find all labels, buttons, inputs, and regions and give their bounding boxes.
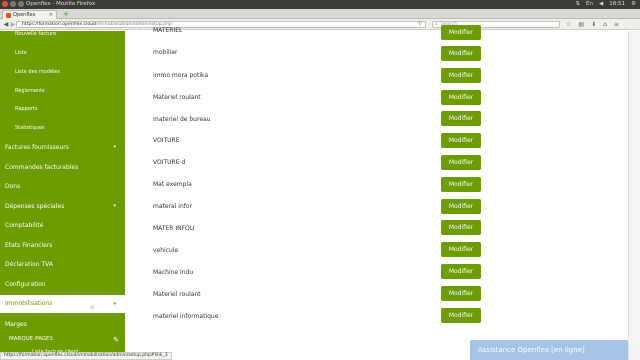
chevron-down-icon: ▾	[113, 301, 116, 307]
list-item-label: materiel informatique	[153, 313, 219, 320]
openflex-favicon-icon	[6, 12, 11, 18]
home-icon[interactable]: ⌂	[603, 21, 607, 28]
maximize-window-icon[interactable]	[18, 1, 24, 7]
modifier-button[interactable]: Modifier	[441, 177, 481, 192]
minimize-window-icon[interactable]	[10, 1, 16, 7]
sidebar-item-marges[interactable]: Marges	[0, 321, 125, 328]
list-item-label: VOITURE d	[153, 159, 186, 166]
page-scrollbar[interactable]	[628, 31, 640, 360]
sidebar-item-comptabilite[interactable]: Comptabilité	[0, 222, 125, 229]
sidebar-item-marque-pages[interactable]: MARQUE-PAGES ✎	[0, 336, 125, 344]
modifier-button[interactable]: Modifier	[441, 308, 481, 323]
hand-cursor-icon: ☝	[90, 304, 95, 312]
tab-title: Openflex	[13, 12, 36, 18]
modifier-button[interactable]: Modifier	[441, 68, 481, 83]
modifier-button[interactable]: Modifier	[441, 199, 481, 214]
page-content: Nouvelle facture Liste Liste des modèles…	[0, 25, 640, 360]
toolbar-icons: ☆ ▤ ⬇ ⌂ ≡	[566, 21, 619, 28]
sidebar-item-liste[interactable]: Liste	[0, 50, 125, 56]
sidebar-item-label: Déclaration TVA	[5, 261, 53, 268]
tab-strip: Openflex × +	[0, 9, 640, 19]
sidebar-item-label: Commandes facturables	[5, 164, 79, 171]
sidebar-item-etats-financiers[interactable]: Etats Financiers	[0, 242, 125, 249]
modifier-button[interactable]: Modifier	[441, 90, 481, 105]
downloads-icon[interactable]: ⬇	[591, 21, 596, 28]
sidebar-item-declaration-tva[interactable]: Déclaration TVA	[0, 261, 125, 268]
sidebar-item-commandes-facturables[interactable]: Commandes facturables	[0, 164, 125, 171]
list-item-label: Materiel roulant	[153, 94, 201, 101]
close-tab-icon[interactable]: ×	[49, 12, 53, 18]
pencil-icon[interactable]: ✎	[113, 336, 119, 344]
list-item-label: MATER INFOU	[153, 225, 195, 232]
sidebar-item-label: Etats Financiers	[5, 242, 53, 249]
volume-icon[interactable]: ◀	[599, 0, 603, 9]
sidebar-item-label: Factures fournisseurs	[5, 144, 69, 151]
close-window-icon[interactable]	[2, 1, 8, 7]
sidebar-item-configuration[interactable]: Configuration	[0, 281, 125, 288]
reload-icon[interactable]: ↻	[418, 21, 422, 27]
chevron-down-icon: ▾	[113, 203, 116, 209]
status-bar-url: https://formation.openflex.cloud/immobil…	[0, 352, 172, 360]
sidebar-menu: Nouvelle facture Liste Liste des modèles…	[0, 31, 125, 360]
modifier-button[interactable]: Modifier	[441, 25, 481, 40]
modifier-button[interactable]: Modifier	[441, 286, 481, 301]
list-item-label: materiel de bureau	[153, 116, 211, 123]
list-item-label: VOITURE	[153, 137, 180, 144]
menu-icon[interactable]: ≡	[614, 21, 619, 28]
sidebar-item-reglements[interactable]: Règlements	[0, 88, 125, 94]
sidebar-item-label: Configuration	[5, 281, 46, 288]
url-bar[interactable]: https://formation.openflex.cloud/immobil…	[16, 21, 426, 28]
modifier-button[interactable]: Modifier	[441, 242, 481, 257]
modifier-button[interactable]: Modifier	[441, 220, 481, 235]
list-item-label: Materiel roulant	[153, 291, 201, 298]
list-item-label: vehicule	[153, 247, 179, 254]
bookmark-star-icon[interactable]: ☆	[566, 21, 571, 28]
browser-tab[interactable]: Openflex ×	[2, 10, 57, 19]
window-title: Openflex - Mozilla Firefox	[26, 1, 96, 7]
network-icon[interactable]: ⇅	[575, 0, 580, 9]
list-item-label: immo mora potika	[153, 72, 209, 79]
sidebar-item-nouvelle-facture[interactable]: Nouvelle facture	[0, 31, 125, 37]
url-host: https://formation.openflex.cloud	[22, 22, 96, 27]
search-icon: ⌕	[435, 21, 438, 27]
reading-list-icon[interactable]: ▤	[578, 21, 584, 28]
sidebar-item-liste-modeles[interactable]: Liste des modèles	[0, 69, 125, 75]
sidebar-item-label: MARQUE-PAGES	[9, 336, 54, 342]
clock[interactable]: 18:51	[609, 0, 625, 9]
new-tab-button[interactable]: +	[62, 10, 70, 18]
window-controls	[2, 1, 24, 7]
list-item-label: mobilier	[153, 49, 178, 56]
modifier-button[interactable]: Modifier	[441, 264, 481, 279]
modifier-button[interactable]: Modifier	[441, 155, 481, 170]
navigation-bar: ◀ ▶ https://formation.openflex.cloud/imm…	[0, 19, 640, 30]
chevron-down-icon: ▾	[113, 144, 116, 150]
sidebar-item-label: Comptabilité	[5, 222, 44, 229]
sidebar-item-depenses-speciales[interactable]: Dépenses spéciales ▾	[0, 203, 125, 210]
modifier-button[interactable]: Modifier	[441, 111, 481, 126]
settings-icon[interactable]: ⚙	[631, 0, 636, 9]
list-item-label: MATERIEL	[153, 27, 183, 34]
modifier-button[interactable]: Modifier	[441, 46, 481, 61]
list-item-label: Mat exempla	[153, 181, 192, 188]
modifier-button[interactable]: Modifier	[441, 133, 481, 148]
sidebar-item-label: Immobilisations	[5, 300, 53, 307]
keyboard-icon[interactable]: En	[586, 0, 593, 9]
sidebar-item-immobilisations[interactable]: Immobilisations ☝ ▾	[0, 295, 125, 313]
sidebar-item-rapports[interactable]: Rapports	[0, 106, 125, 112]
sidebar-item-label: Dépenses spéciales	[5, 203, 65, 210]
sidebar-item-label: Dons	[5, 183, 21, 190]
assistance-chat-button[interactable]: Assistance Openflex [en ligne]	[470, 340, 628, 360]
list-item-label: Machine Indu	[153, 269, 194, 276]
sidebar-item-statistiques[interactable]: Statistiques	[0, 125, 125, 131]
os-top-bar: Openflex - Mozilla Firefox ⇅ En ◀ 18:51 …	[0, 0, 640, 9]
sidebar-item-dons[interactable]: Dons	[0, 183, 125, 190]
sidebar-item-factures-fournisseurs[interactable]: Factures fournisseurs ▾	[0, 144, 125, 151]
system-tray: ⇅ En ◀ 18:51 ⚙	[575, 0, 636, 9]
list-item-label: materal infor	[153, 203, 193, 210]
